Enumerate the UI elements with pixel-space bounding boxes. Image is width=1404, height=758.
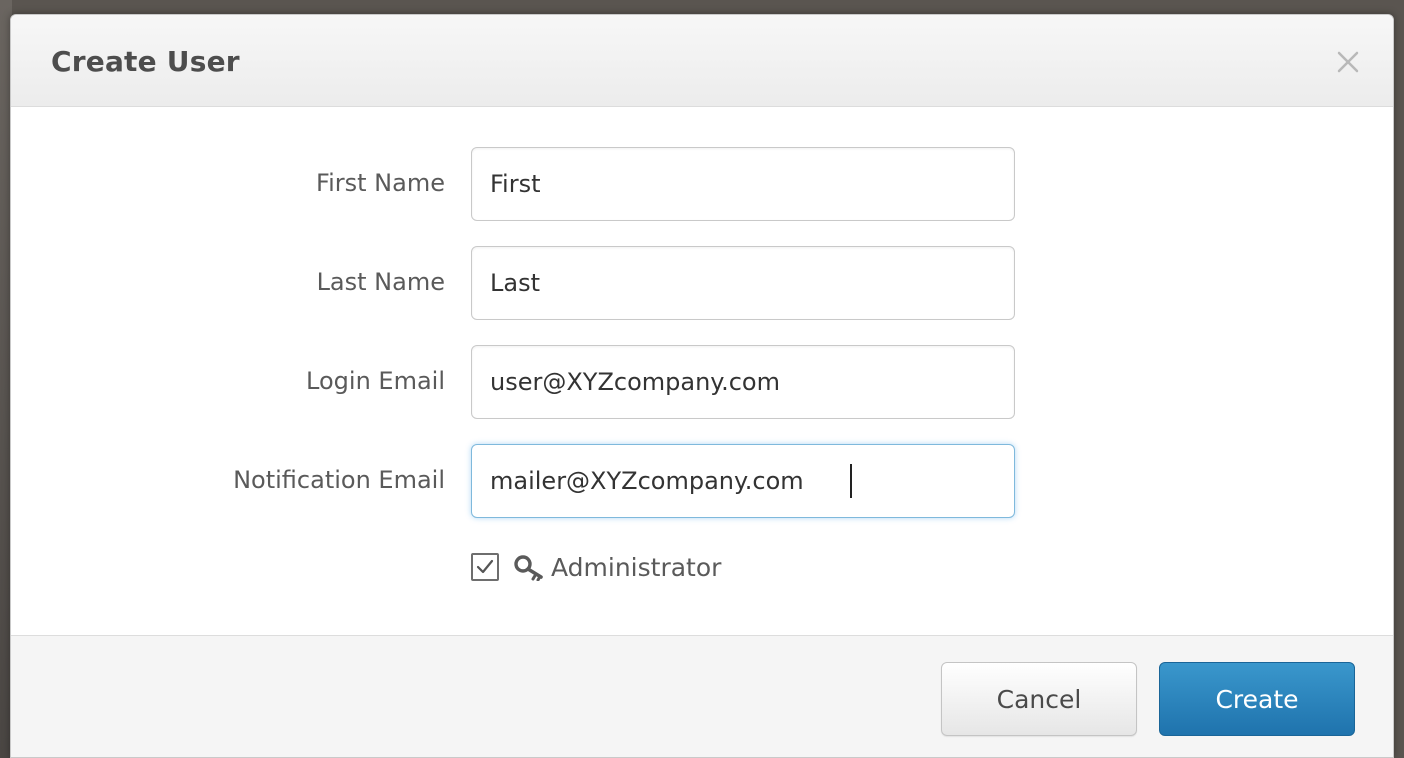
first-name-row: First Name (11, 147, 1393, 221)
dialog-body: First Name Last Name Login Email Notific… (11, 107, 1393, 635)
login-email-label: Login Email (306, 367, 445, 395)
create-user-dialog: Create User First Name Last Name Login E… (10, 14, 1394, 758)
administrator-label: Administrator (551, 552, 722, 582)
first-name-label: First Name (316, 169, 445, 197)
last-name-label: Last Name (316, 268, 445, 296)
login-email-row: Login Email (11, 345, 1393, 419)
last-name-input[interactable] (471, 246, 1015, 320)
administrator-option: Administrator (471, 547, 721, 587)
administrator-checkbox[interactable] (471, 553, 499, 581)
close-button[interactable] (1333, 47, 1363, 77)
dialog-title: Create User (51, 45, 240, 78)
close-icon (1337, 51, 1359, 73)
dialog-header: Create User (11, 15, 1393, 107)
notification-email-row: Notification Email (11, 444, 1393, 518)
cancel-button[interactable]: Cancel (941, 662, 1137, 736)
dialog-footer: Cancel Create (11, 635, 1393, 757)
text-caret (850, 464, 852, 498)
checkmark-icon (476, 559, 494, 574)
notification-email-label: Notification Email (233, 466, 445, 494)
login-email-input[interactable] (471, 345, 1015, 419)
last-name-row: Last Name (11, 246, 1393, 320)
notification-email-input[interactable] (471, 444, 1015, 518)
key-icon (513, 553, 547, 581)
create-button[interactable]: Create (1159, 662, 1355, 736)
first-name-input[interactable] (471, 147, 1015, 221)
